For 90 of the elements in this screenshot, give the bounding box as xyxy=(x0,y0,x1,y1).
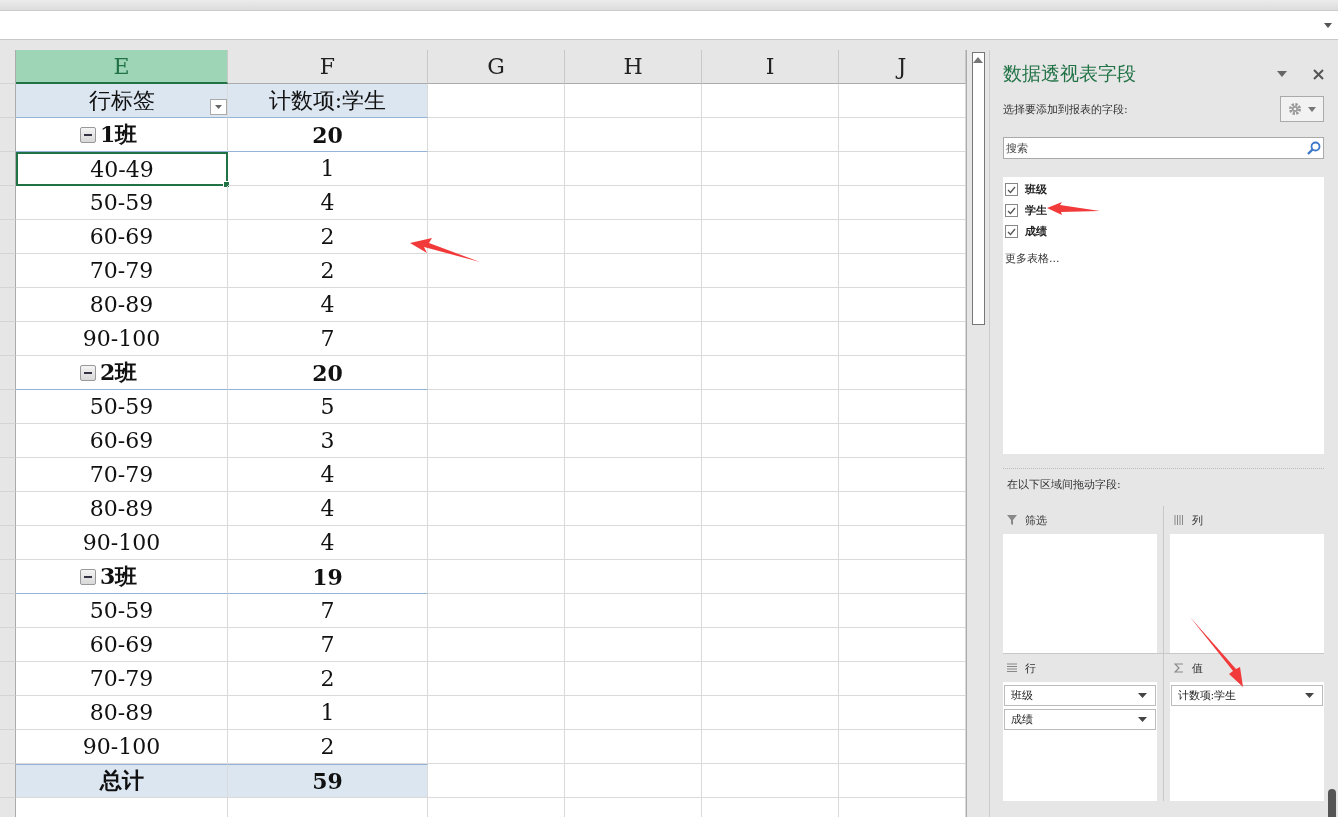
row-header[interactable] xyxy=(0,458,16,492)
row-label: 70-79 xyxy=(89,666,154,691)
row-label: 90-100 xyxy=(82,530,161,555)
dropdown-icon[interactable] xyxy=(1277,71,1287,77)
field-pill[interactable]: 班级 xyxy=(1004,685,1156,706)
group-label: 3班 xyxy=(100,561,138,591)
row-label: 60-69 xyxy=(89,428,154,453)
row-header[interactable] xyxy=(0,628,16,662)
field-label: 学生 xyxy=(1025,203,1047,218)
table-cell: 59 xyxy=(228,764,428,798)
caret-icon[interactable] xyxy=(1137,693,1147,698)
area-title: 行 xyxy=(1025,660,1036,676)
fill-handle[interactable] xyxy=(223,181,230,188)
area-title: 值 xyxy=(1191,660,1203,676)
row-header[interactable] xyxy=(0,730,16,764)
collapse-button[interactable] xyxy=(80,126,96,143)
row-header[interactable] xyxy=(0,220,16,254)
row-header[interactable] xyxy=(0,560,16,594)
row-label: 50-59 xyxy=(89,190,154,215)
row-header[interactable] xyxy=(0,356,16,390)
annotation-arrow xyxy=(410,238,480,262)
row-header[interactable] xyxy=(0,594,16,628)
panel-title: 数据透视表字段 xyxy=(1003,61,1136,86)
row-header[interactable] xyxy=(0,424,16,458)
caret-icon[interactable] xyxy=(1137,717,1147,722)
search-icon[interactable] xyxy=(1307,141,1321,155)
column-header[interactable]: E xyxy=(16,50,228,84)
row-label: 50-59 xyxy=(89,394,154,419)
group-label: 1班 xyxy=(100,119,138,149)
field-pill[interactable]: 成绩 xyxy=(1004,709,1156,730)
gear-icon[interactable] xyxy=(1288,102,1302,116)
filter-dropdown-button[interactable] xyxy=(210,99,227,115)
checkbox[interactable] xyxy=(1005,204,1018,217)
row-label: 40-49 xyxy=(90,156,154,182)
search-field[interactable]: 搜索 xyxy=(1003,137,1324,159)
row-header[interactable] xyxy=(0,84,16,118)
row-label: 90-100 xyxy=(82,326,161,351)
columns-icon xyxy=(1173,515,1184,525)
funnel-icon xyxy=(1007,515,1017,525)
field-label: 班级 xyxy=(1025,182,1047,197)
sigma-icon xyxy=(1173,663,1184,673)
row-header[interactable] xyxy=(0,254,16,288)
row-header[interactable] xyxy=(0,118,16,152)
row-header[interactable] xyxy=(0,696,16,730)
caret-icon[interactable] xyxy=(1305,693,1314,698)
field-label: 成绩 xyxy=(1025,224,1047,239)
checkbox[interactable] xyxy=(1005,225,1018,238)
row-label: 70-79 xyxy=(89,462,154,487)
row-label: 90-100 xyxy=(82,734,161,759)
collapse-button[interactable] xyxy=(80,364,96,381)
row-header[interactable] xyxy=(0,526,16,560)
annotation-arrow xyxy=(1047,202,1100,215)
field-pill[interactable]: 计数项:学生 xyxy=(1170,685,1323,706)
instruction-text: 选择要添加到报表的字段: xyxy=(1003,101,1128,117)
row-label: 60-69 xyxy=(89,632,154,657)
rows-icon xyxy=(1007,663,1017,673)
column-heading: 行标签 xyxy=(88,86,155,115)
group-label: 2班 xyxy=(100,357,138,387)
row-header[interactable] xyxy=(0,662,16,696)
row-label: 60-69 xyxy=(89,224,154,249)
drop-area[interactable]: 班级 成绩 xyxy=(1003,682,1157,801)
row-label: 70-79 xyxy=(89,258,154,283)
row-header[interactable] xyxy=(0,492,16,526)
row-label: 80-89 xyxy=(89,496,154,521)
row-header[interactable] xyxy=(0,764,16,798)
row-label: 80-89 xyxy=(89,700,154,725)
row-header[interactable] xyxy=(0,152,16,186)
more-tables-link[interactable]: 更多表格... xyxy=(1005,251,1060,266)
settings-button[interactable] xyxy=(1280,96,1324,122)
instruction-text: 在以下区域间拖动字段: xyxy=(1006,477,1122,492)
row-label: 80-89 xyxy=(89,292,154,317)
up-arrow-icon[interactable] xyxy=(973,57,983,63)
close-icon[interactable] xyxy=(1313,68,1324,80)
scrollbar-thumb[interactable] xyxy=(1328,789,1336,817)
area-title: 列 xyxy=(1191,512,1203,528)
row-label: 50-59 xyxy=(89,598,154,623)
select-all-corner[interactable] xyxy=(0,50,16,84)
caret-icon[interactable] xyxy=(215,105,222,109)
row-header[interactable] xyxy=(0,322,16,356)
row-header[interactable] xyxy=(0,288,16,322)
row-header[interactable] xyxy=(0,390,16,424)
row-header[interactable] xyxy=(0,186,16,220)
area-title: 筛选 xyxy=(1025,512,1047,528)
checkbox[interactable] xyxy=(1005,183,1018,196)
total-label: 总计 xyxy=(99,766,144,795)
scrollbar[interactable] xyxy=(966,50,990,817)
caret-icon[interactable] xyxy=(1324,22,1332,28)
table-cell: 计数项:学生 xyxy=(228,84,428,118)
drop-area[interactable]: 计数项:学生 xyxy=(1169,682,1324,801)
collapse-button[interactable] xyxy=(80,568,96,585)
